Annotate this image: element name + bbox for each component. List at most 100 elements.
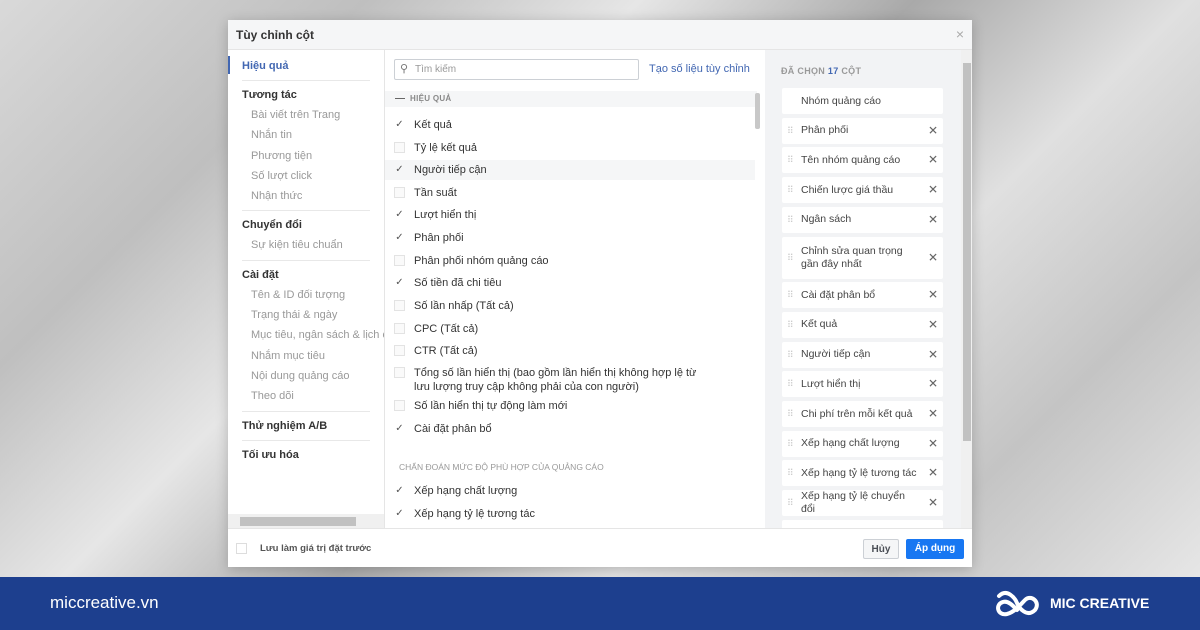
metric-option[interactable]: CPC (Tất cả) — [394, 322, 754, 336]
nav-subcategory[interactable]: Tên & ID đối tượng — [242, 285, 384, 305]
remove-icon[interactable]: ✕ — [928, 288, 938, 302]
scrollbar-thumb[interactable] — [240, 517, 356, 526]
metric-option[interactable]: ✓ Số tiền đã chi tiêu — [394, 276, 754, 290]
remove-icon[interactable]: ✕ — [928, 124, 938, 137]
drag-handle-icon[interactable]: ⠿ — [787, 289, 794, 302]
drag-handle-icon[interactable]: ⠿ — [787, 437, 794, 450]
selected-column-chip[interactable]: ⠿ Xếp hạng chất lượng ✕ — [782, 430, 943, 457]
selected-column-chip-partial[interactable] — [782, 519, 943, 528]
nav-category[interactable]: Tối ưu hóa — [242, 445, 384, 465]
nav-subcategory[interactable]: Phương tiện — [242, 146, 384, 166]
drag-handle-icon[interactable]: ⠿ — [787, 378, 794, 391]
scrollbar-thumb[interactable] — [963, 63, 971, 441]
remove-icon[interactable]: ✕ — [928, 437, 938, 450]
checkbox-checked[interactable]: ✓ — [394, 232, 405, 243]
nav-category[interactable]: Thử nghiệm A/B — [242, 416, 384, 436]
drag-handle-icon[interactable]: ⠿ — [787, 497, 794, 510]
nav-category[interactable]: Chuyển đổi — [242, 215, 384, 235]
metric-option[interactable]: ✓ Kết quả — [394, 118, 754, 132]
metric-option[interactable]: ✓ Xếp hạng tỷ lệ tương tác — [394, 507, 754, 521]
selected-column-chip[interactable]: ⠿ Phân phối ✕ — [782, 117, 943, 144]
selected-column-chip[interactable]: ⠿ Xếp hạng tỷ lệ chuyển đổi ✕ — [782, 490, 943, 517]
checkbox-checked[interactable]: ✓ — [394, 277, 405, 288]
selected-column-chip[interactable]: ⠿ Chiến lược giá thầu ✕ — [782, 177, 943, 204]
remove-icon[interactable]: ✕ — [928, 377, 938, 391]
remove-icon[interactable]: ✕ — [928, 213, 938, 226]
selected-column-chip[interactable]: Nhóm quảng cáo — [782, 88, 943, 114]
drag-handle-icon[interactable]: ⠿ — [787, 318, 794, 331]
nav-category[interactable]: Cài đặt — [242, 265, 384, 285]
remove-icon[interactable]: ✕ — [928, 348, 938, 361]
metric-option[interactable]: ✓ Phân phối — [394, 231, 754, 245]
checkbox-unchecked[interactable] — [394, 400, 405, 411]
checkbox-checked[interactable]: ✓ — [394, 164, 405, 175]
drag-handle-icon[interactable]: ⠿ — [787, 124, 794, 137]
checkbox-unchecked[interactable] — [394, 142, 405, 153]
nav-subcategory[interactable]: Sự kiện tiêu chuẩn — [242, 235, 384, 255]
selected-column-chip[interactable]: ⠿ Ngân sách ✕ — [782, 206, 943, 233]
nav-subcategory[interactable]: Nhận thức — [242, 186, 384, 206]
metric-option[interactable]: Tổng số lần hiển thị (bao gồm lần hiển t… — [394, 366, 754, 394]
section-header[interactable]: — HIỆU QUẢ — [385, 91, 757, 107]
metric-option[interactable]: Phân phối nhóm quảng cáo — [394, 254, 754, 268]
metric-option[interactable]: Số lần nhấp (Tất cả) — [394, 299, 754, 313]
checkbox-unchecked[interactable] — [394, 187, 405, 198]
selected-column-chip[interactable]: ⠿ Lượt hiển thị ✕ — [782, 371, 943, 398]
close-icon[interactable]: × — [956, 26, 964, 42]
nav-subcategory[interactable]: Theo dõi — [242, 386, 384, 406]
drag-handle-icon[interactable]: ⠿ — [787, 348, 794, 361]
selected-column-chip[interactable]: ⠿ Chi phí trên mỗi kết quả ✕ — [782, 401, 943, 427]
search-input[interactable]: ⚲ Tìm kiếm — [394, 59, 639, 80]
apply-button[interactable]: Áp dụng — [906, 539, 964, 559]
metric-option[interactable]: Tần suất — [394, 186, 754, 200]
nav-subcategory[interactable]: Số lượt click — [242, 166, 384, 186]
checkbox-unchecked[interactable] — [394, 345, 405, 356]
nav-subcategory[interactable]: Mục tiêu, ngân sách & lịch c — [242, 325, 384, 345]
nav-category[interactable]: Tương tác — [242, 85, 384, 105]
drag-handle-icon[interactable]: ⠿ — [787, 251, 794, 264]
cancel-button[interactable]: Hủy — [863, 539, 899, 559]
metric-option[interactable]: ✓ Cài đặt phân bổ — [394, 422, 754, 436]
remove-icon[interactable]: ✕ — [928, 407, 938, 421]
selected-column-chip[interactable]: ⠿ Chỉnh sửa quan trọng gần đây nhất ✕ — [782, 236, 943, 279]
checkbox-unchecked[interactable] — [394, 323, 405, 334]
metric-option[interactable]: ✓ Lượt hiển thị — [394, 208, 754, 222]
metric-option[interactable]: CTR (Tất cả) — [394, 344, 754, 358]
checkbox-checked[interactable]: ✓ — [394, 485, 405, 496]
checkbox-unchecked[interactable] — [394, 300, 405, 311]
save-preset-checkbox[interactable] — [236, 543, 247, 554]
remove-icon[interactable]: ✕ — [928, 183, 938, 197]
checkbox-checked[interactable]: ✓ — [394, 508, 405, 519]
remove-icon[interactable]: ✕ — [928, 318, 938, 331]
nav-subcategory[interactable]: Trạng thái & ngày — [242, 305, 384, 325]
collapse-icon[interactable]: — — [395, 91, 405, 107]
drag-handle-icon[interactable]: ⠿ — [787, 408, 794, 421]
selected-scrollbar[interactable] — [961, 50, 972, 528]
vertical-scrollbar[interactable] — [755, 93, 760, 129]
selected-column-chip[interactable]: ⠿ Kết quả ✕ — [782, 311, 943, 338]
create-custom-metric-link[interactable]: Tạo số liệu tùy chỉnh — [649, 63, 750, 75]
selected-column-chip[interactable]: ⠿ Xếp hạng tỷ lệ tương tác ✕ — [782, 460, 943, 487]
drag-handle-icon[interactable]: ⠿ — [787, 154, 794, 167]
metric-option[interactable]: Số lần hiển thị tự động làm mới — [394, 399, 754, 413]
nav-subcategory[interactable]: Nội dung quảng cáo — [242, 366, 384, 386]
nav-subcategory[interactable]: Nhắm mục tiêu — [242, 346, 384, 366]
selected-column-chip[interactable]: ⠿ Cài đặt phân bổ ✕ — [782, 282, 943, 309]
selected-column-chip[interactable]: ⠿ Người tiếp cận ✕ — [782, 341, 943, 368]
remove-icon[interactable]: ✕ — [928, 496, 938, 510]
drag-handle-icon[interactable]: ⠿ — [787, 213, 794, 226]
remove-icon[interactable]: ✕ — [928, 466, 938, 480]
checkbox-unchecked[interactable] — [394, 367, 405, 378]
metric-option[interactable]: ✓ Người tiếp cận — [394, 163, 754, 177]
remove-icon[interactable]: ✕ — [928, 251, 938, 264]
selected-column-chip[interactable]: ⠿ Tên nhóm quảng cáo ✕ — [782, 147, 943, 174]
checkbox-checked[interactable]: ✓ — [394, 119, 405, 130]
checkbox-checked[interactable]: ✓ — [394, 209, 405, 220]
nav-category[interactable]: Hiệu quả — [242, 56, 384, 76]
metric-option[interactable]: ✓ Xếp hạng chất lượng — [394, 484, 754, 498]
metric-option[interactable]: Tỷ lệ kết quả — [394, 141, 754, 155]
horizontal-scrollbar[interactable] — [228, 514, 384, 528]
nav-subcategory[interactable]: Nhắn tin — [242, 125, 384, 145]
drag-handle-icon[interactable]: ⠿ — [787, 467, 794, 480]
drag-handle-icon[interactable]: ⠿ — [787, 184, 794, 197]
